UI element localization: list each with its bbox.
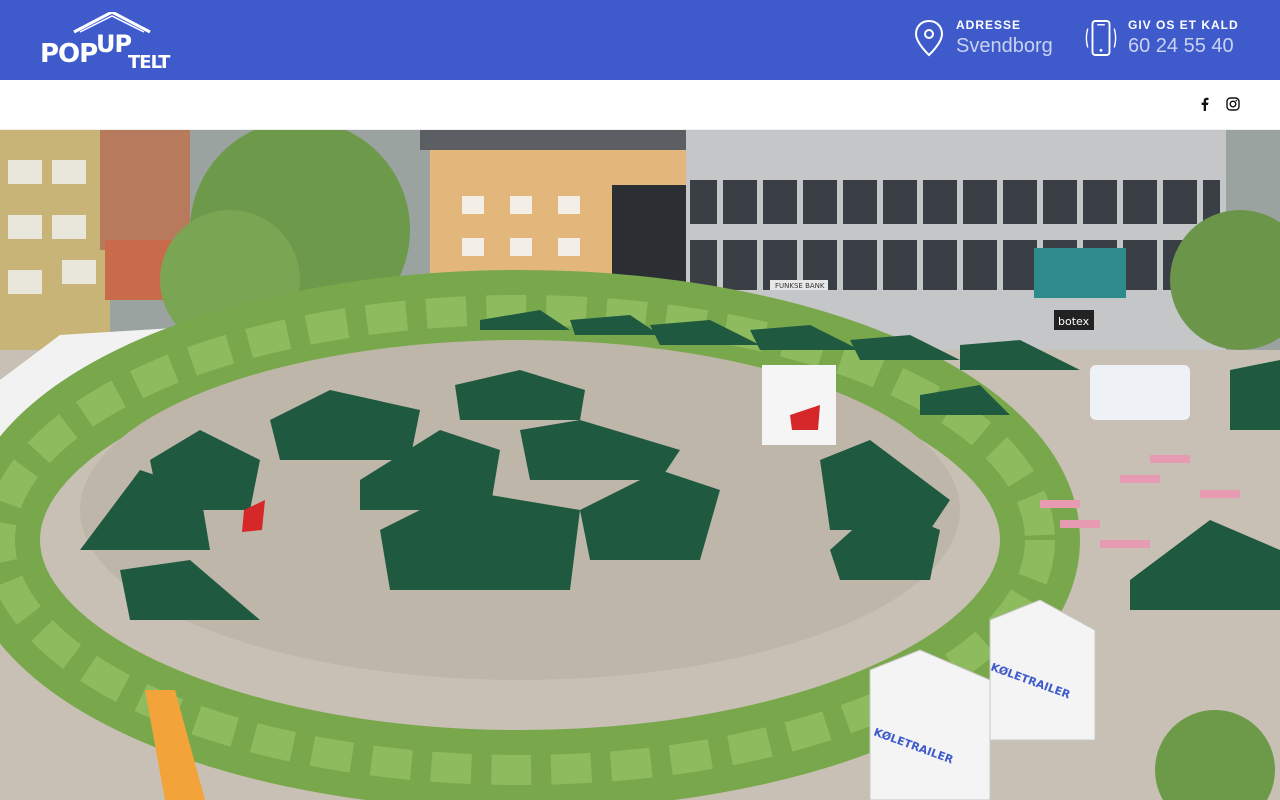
smartphone-icon <box>1084 18 1118 58</box>
trailer-1: KØLETRAILER <box>869 649 991 800</box>
botex-sign-text: botex <box>1058 315 1090 328</box>
address-label: ADRESSE <box>956 18 1022 32</box>
phone-block: GIV OS ET KALD 60 24 55 40 <box>1084 18 1239 58</box>
nav-bar <box>0 80 1280 130</box>
svg-text:TELT: TELT <box>128 52 171 70</box>
phone-label: GIV OS ET KALD <box>1128 18 1239 32</box>
phone-value[interactable]: 60 24 55 40 <box>1128 34 1239 58</box>
facebook-icon[interactable] <box>1198 97 1212 111</box>
bank-sign-text: FUNKSE BANK <box>775 282 825 290</box>
svg-text:UP: UP <box>96 30 131 58</box>
social-links <box>1198 97 1240 111</box>
instagram-icon[interactable] <box>1226 97 1240 111</box>
address-block: ADRESSE Svendborg <box>912 18 1053 58</box>
trailer-2: KØLETRAILER <box>989 599 1096 741</box>
top-header: POP UP TELT ADRESSE Svendborg GIV OS ET … <box>0 0 1280 80</box>
hero-market-photo: FUNKSE BANK botex KØLETRAILER KØLETRAILE… <box>0 130 1280 800</box>
site-logo[interactable]: POP UP TELT <box>40 12 172 70</box>
address-value: Svendborg <box>956 35 1053 57</box>
location-pin-icon <box>912 18 946 58</box>
svg-text:POP: POP <box>40 39 97 69</box>
market-square-photo: FUNKSE BANK botex KØLETRAILER KØLETRAILE… <box>0 130 1280 800</box>
